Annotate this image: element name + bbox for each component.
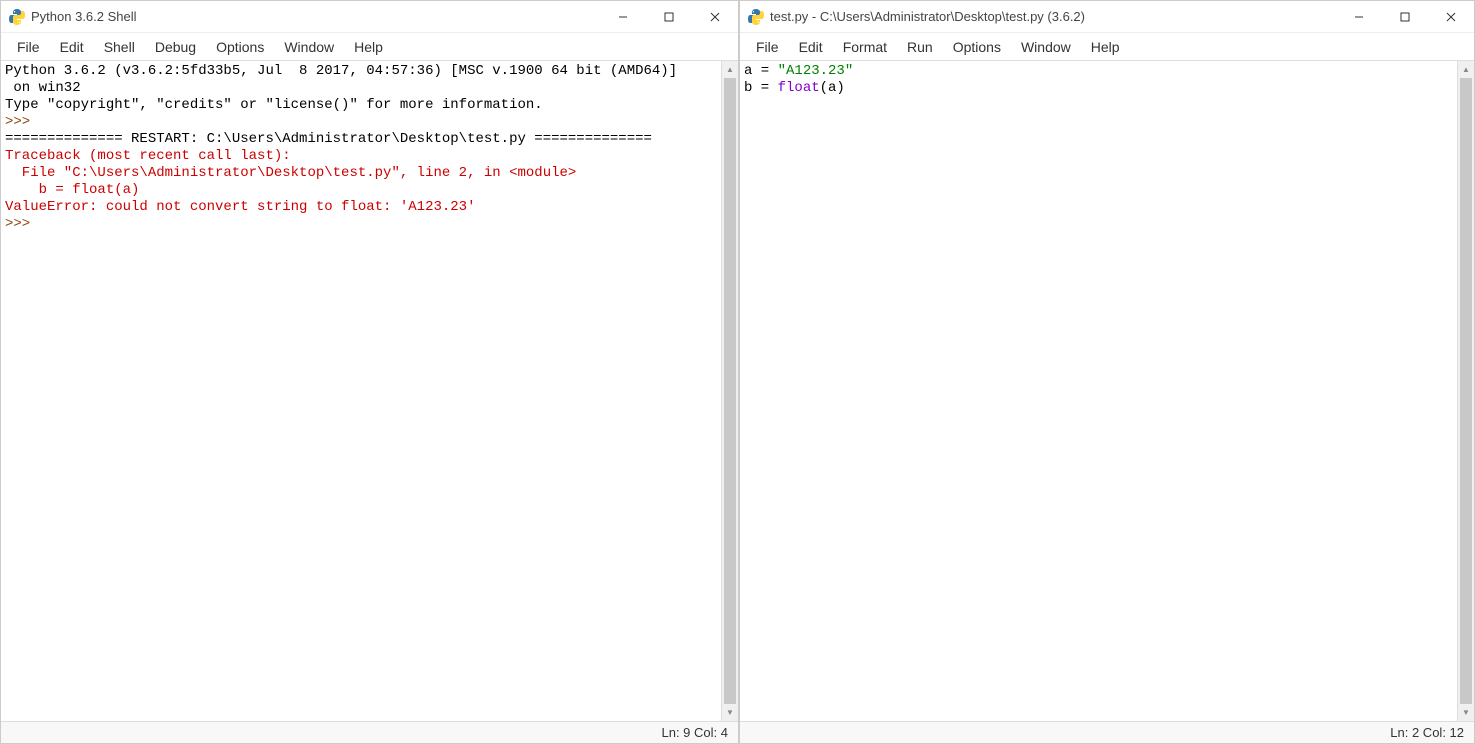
shell-copyright-line: Type "copyright", "credits" or "license(… [5, 97, 543, 113]
scrollbar-up-icon[interactable]: ▲ [1458, 61, 1474, 78]
editor-menu-file[interactable]: File [746, 35, 789, 59]
shell-scrollbar[interactable]: ▲ ▼ [721, 61, 738, 721]
editor-title: test.py - C:\Users\Administrator\Desktop… [770, 9, 1336, 24]
shell-menu-file[interactable]: File [7, 35, 50, 59]
shell-content-area: Python 3.6.2 (v3.6.2:5fd33b5, Jul 8 2017… [1, 61, 738, 721]
editor-window: test.py - C:\Users\Administrator\Desktop… [739, 0, 1475, 744]
shell-traceback-line1: Traceback (most recent call last): [5, 148, 291, 164]
editor-menu-help[interactable]: Help [1081, 35, 1130, 59]
code-line2-fn: float [778, 80, 820, 96]
shell-prompt-2: >>> [5, 216, 39, 232]
shell-menu-options[interactable]: Options [206, 35, 274, 59]
shell-title: Python 3.6.2 Shell [31, 9, 600, 24]
editor-menu-options[interactable]: Options [943, 35, 1011, 59]
shell-menubar: File Edit Shell Debug Options Window Hel… [1, 33, 738, 61]
shell-traceback-line4: ValueError: could not convert string to … [5, 199, 475, 215]
maximize-button[interactable] [646, 1, 692, 33]
shell-header-line1: Python 3.6.2 (v3.6.2:5fd33b5, Jul 8 2017… [5, 63, 677, 79]
shell-status-text: Ln: 9 Col: 4 [662, 725, 729, 740]
shell-traceback-line3: b = float(a) [5, 182, 139, 198]
editor-titlebar: test.py - C:\Users\Administrator\Desktop… [740, 1, 1474, 33]
editor-menu-window[interactable]: Window [1011, 35, 1081, 59]
code-line2-pre: b = [744, 80, 778, 96]
shell-menu-edit[interactable]: Edit [50, 35, 94, 59]
scrollbar-down-icon[interactable]: ▼ [1458, 704, 1474, 721]
editor-menu-run[interactable]: Run [897, 35, 943, 59]
shell-statusbar: Ln: 9 Col: 4 [1, 721, 738, 743]
scrollbar-track[interactable] [722, 78, 738, 704]
editor-statusbar: Ln: 2 Col: 12 [740, 721, 1474, 743]
shell-header-line2: on win32 [5, 80, 81, 96]
editor-window-controls [1336, 1, 1474, 33]
shell-window-controls [600, 1, 738, 33]
shell-menu-window[interactable]: Window [274, 35, 344, 59]
minimize-button[interactable] [600, 1, 646, 33]
shell-text[interactable]: Python 3.6.2 (v3.6.2:5fd33b5, Jul 8 2017… [1, 61, 721, 721]
code-line1-pre: a = [744, 63, 778, 79]
editor-menu-format[interactable]: Format [833, 35, 897, 59]
shell-traceback-line2: File "C:\Users\Administrator\Desktop\tes… [5, 165, 576, 181]
close-button[interactable] [1428, 1, 1474, 33]
close-button[interactable] [692, 1, 738, 33]
scrollbar-thumb[interactable] [724, 78, 736, 704]
python-icon [9, 9, 25, 25]
python-icon [748, 9, 764, 25]
minimize-button[interactable] [1336, 1, 1382, 33]
shell-window: Python 3.6.2 Shell File Edit Shell Debug… [0, 0, 739, 744]
code-line1-string: "A123.23" [778, 63, 854, 79]
editor-menu-edit[interactable]: Edit [789, 35, 833, 59]
scrollbar-up-icon[interactable]: ▲ [722, 61, 738, 78]
maximize-button[interactable] [1382, 1, 1428, 33]
code-line2-post: (a) [820, 80, 845, 96]
shell-prompt-1: >>> [5, 114, 30, 130]
shell-menu-shell[interactable]: Shell [94, 35, 145, 59]
shell-restart-line: ============== RESTART: C:\Users\Adminis… [5, 131, 652, 147]
scrollbar-track[interactable] [1458, 78, 1474, 704]
editor-content-area: a = "A123.23" b = float(a) ▲ ▼ [740, 61, 1474, 721]
editor-menubar: File Edit Format Run Options Window Help [740, 33, 1474, 61]
editor-status-text: Ln: 2 Col: 12 [1390, 725, 1464, 740]
editor-scrollbar[interactable]: ▲ ▼ [1457, 61, 1474, 721]
scrollbar-down-icon[interactable]: ▼ [722, 704, 738, 721]
scrollbar-thumb[interactable] [1460, 78, 1472, 704]
shell-menu-debug[interactable]: Debug [145, 35, 206, 59]
editor-text[interactable]: a = "A123.23" b = float(a) [740, 61, 1457, 721]
shell-titlebar: Python 3.6.2 Shell [1, 1, 738, 33]
shell-menu-help[interactable]: Help [344, 35, 393, 59]
